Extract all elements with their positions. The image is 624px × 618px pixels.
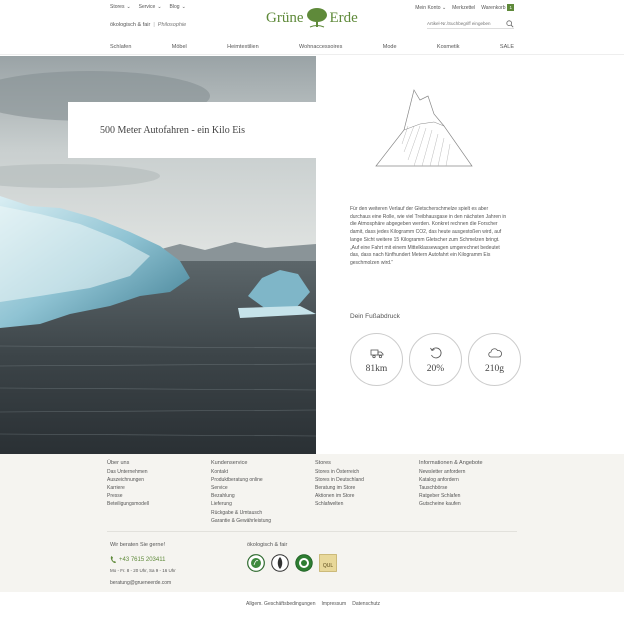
qul-seal-icon[interactable]: QUL [319, 554, 337, 572]
natural-textile-seal-icon[interactable] [295, 554, 313, 572]
opening-hours: Mo - Fr. 8 - 20 Uhr, Sa 9 - 16 Uhr [110, 568, 176, 573]
footer-link[interactable]: Service [211, 484, 271, 492]
chevron-down-icon: ⌄ [441, 4, 447, 11]
footer-link[interactable]: Tauschbörse [419, 484, 483, 492]
article-body: Für den weiteren Verlauf der Gletschersc… [350, 206, 507, 266]
footer-heading: Informationen & Angebote [419, 460, 483, 466]
footer-link[interactable]: Stores in Österreich [315, 468, 364, 476]
footprint-co2: 210g [468, 333, 521, 386]
search-bar [427, 19, 514, 29]
nav-divider [0, 54, 624, 55]
topnav-stores[interactable]: Stores ⌄ [110, 4, 131, 10]
chevron-down-icon: ⌄ [157, 4, 162, 10]
terms-link[interactable]: Allgem. Geschäftsbedingungen [246, 601, 316, 607]
footer-divider [107, 531, 517, 532]
nav-sale[interactable]: SALE [500, 44, 514, 50]
advice-block: Wir beraten Sie gerne! +43 7615 203411 M… [110, 542, 176, 586]
main-nav: Schlafen Möbel Heimtextilien Wohnaccesso… [110, 44, 514, 50]
wishlist-link[interactable]: Merkzettel [452, 5, 475, 11]
tree-icon [306, 8, 327, 28]
nav-kosmetik[interactable]: Kosmetik [437, 44, 460, 50]
footer-link[interactable]: Lieferung [211, 500, 271, 508]
advice-title: Wir beraten Sie gerne! [110, 542, 166, 548]
footer-link[interactable]: Newsletter anfordern [419, 468, 483, 476]
footer-info: Informationen & Angebote Newsletter anfo… [419, 459, 483, 509]
footer-link[interactable]: Rückgabe & Umtausch [211, 509, 271, 517]
privacy-link[interactable]: Datenschutz [352, 601, 380, 607]
philosophy-link[interactable]: Philosophie [158, 22, 186, 28]
nav-moebel[interactable]: Möbel [172, 44, 187, 50]
search-input[interactable] [427, 21, 501, 26]
footer-link[interactable]: Katalog anfordern [419, 476, 483, 484]
footer-link[interactable]: Aktionen im Store [315, 492, 364, 500]
footer-about: Über uns Das Unternehmen Auszeichnungen … [107, 459, 149, 509]
footer-link[interactable]: Produktberatung online [211, 476, 271, 484]
account-link[interactable]: Mein Konto ⌄ [415, 5, 446, 11]
logo-text-right: Erde [329, 9, 358, 26]
topnav-blog[interactable]: Blog ⌄ [170, 4, 186, 10]
footer-link[interactable]: Beteiligungsmodell [107, 500, 149, 508]
eco-block: ökologisch & fair QUL [247, 542, 337, 572]
imprint-link[interactable]: Impressum [322, 601, 347, 607]
footer: Über uns Das Unternehmen Auszeichnungen … [0, 454, 624, 592]
chevron-down-icon: ⌄ [126, 4, 131, 10]
footer-link[interactable]: Karriere [107, 484, 149, 492]
nav-mode[interactable]: Mode [383, 44, 397, 50]
logo-text-left: Grüne [266, 9, 304, 26]
chevron-down-icon: ⌄ [181, 4, 186, 10]
footer-link[interactable]: Gutscheine kaufen [419, 500, 483, 508]
phone-link[interactable]: +43 7615 203411 [110, 555, 176, 564]
footprint-distance-value: 81km [365, 363, 388, 374]
truck-icon [370, 349, 383, 358]
footer-link[interactable]: Ratgeber Schlafen [419, 492, 483, 500]
phone-icon [110, 556, 116, 563]
nav-wohnaccessoires[interactable]: Wohnaccessoires [299, 44, 342, 50]
divider: | [153, 22, 155, 28]
email-link[interactable]: beratung@grueneerde.com [110, 580, 176, 586]
footprint-co2-value: 210g [485, 363, 504, 374]
footprint-percent-value: 20% [426, 363, 445, 374]
footer-link[interactable]: Kontakt [211, 468, 271, 476]
eco-title: ökologisch & fair [247, 542, 288, 548]
nav-schlafen[interactable]: Schlafen [110, 44, 131, 50]
footer-heading: Kundenservice [211, 460, 248, 466]
topnav-service[interactable]: Service ⌄ [139, 4, 162, 10]
footer-link[interactable]: Presse [107, 492, 149, 500]
article-title: 500 Meter Autofahren - ein Kilo Eis [100, 124, 245, 136]
tagline-text[interactable]: ökologisch & fair [110, 22, 150, 28]
certificate-badges: QUL [247, 554, 337, 572]
footer-service: Kundenservice Kontakt Produktberatung on… [211, 459, 271, 525]
phone-number: +43 7615 203411 [119, 556, 166, 563]
logo[interactable]: Grüne Erde [266, 7, 358, 29]
mountain-illustration-icon [375, 89, 473, 167]
footprint-circles: 81km 20% 210g [350, 333, 521, 386]
organic-seal-icon[interactable] [247, 554, 265, 572]
tagline: ökologisch & fair | Philosophie [110, 22, 186, 28]
basket-count-badge: 1 [507, 4, 514, 11]
svg-text:QUL: QUL [323, 563, 334, 569]
nav-heimtextilien[interactable]: Heimtextilien [227, 44, 258, 50]
basket-link[interactable]: Warenkorb 1 [481, 4, 514, 11]
account-nav: Mein Konto ⌄ Merkzettel Warenkorb 1 [415, 4, 514, 11]
footer-link[interactable]: Schlafwelten [315, 500, 364, 508]
footprint-title: Dein Fußabdruck [350, 313, 400, 320]
footer-link[interactable]: Stores in Deutschland [315, 476, 364, 484]
footer-link[interactable]: Bezahlung [211, 492, 271, 500]
footer-link[interactable]: Beratung im Store [315, 484, 364, 492]
cloud-icon [487, 347, 502, 357]
footer-link[interactable]: Garantie & Gewährleistung [211, 517, 271, 525]
footer-link[interactable]: Das Unternehmen [107, 468, 149, 476]
footprint-percent: 20% [409, 333, 462, 386]
recycle-arrow-icon [429, 347, 441, 358]
top-nav: Stores ⌄ Service ⌄ Blog ⌄ [110, 4, 186, 10]
footer-heading: Über uns [107, 460, 130, 466]
gots-seal-icon[interactable] [271, 554, 289, 572]
footer-stores: Stores Stores in Österreich Stores in De… [315, 459, 364, 509]
footprint-distance: 81km [350, 333, 403, 386]
article-title-box: 500 Meter Autofahren - ein Kilo Eis [68, 102, 316, 158]
footer-heading: Stores [315, 460, 331, 466]
search-icon[interactable] [506, 19, 514, 28]
footer-link[interactable]: Auszeichnungen [107, 476, 149, 484]
legal-links: Allgem. Geschäftsbedingungen Impressum D… [246, 601, 380, 607]
